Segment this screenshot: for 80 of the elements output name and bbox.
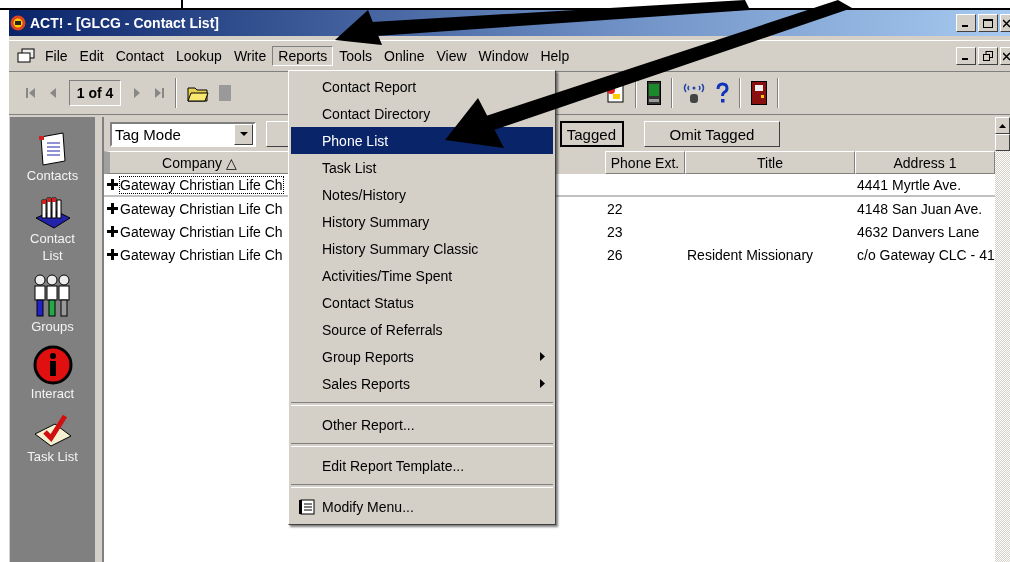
menu-item[interactable]: Help <box>534 46 576 66</box>
menu-item[interactable]: Window <box>472 46 535 66</box>
menu-item[interactable]: Group Reports <box>291 343 553 370</box>
close-button[interactable] <box>1000 14 1010 32</box>
expand-plus-icon[interactable] <box>107 179 118 190</box>
column-header[interactable]: Address 1 <box>855 151 995 174</box>
submenu-arrow-icon <box>540 379 545 388</box>
table-cell: Gateway Christian Life Ch <box>120 176 283 193</box>
folder-icon[interactable] <box>187 84 209 102</box>
table-cell: 4148 San Juan Ave. <box>857 200 983 217</box>
scrollbar[interactable] <box>995 117 1010 562</box>
tag-button[interactable]: Tagged <box>560 121 624 147</box>
menu-item[interactable]: Source of Referrals <box>291 316 553 343</box>
antenna-icon[interactable] <box>683 82 705 104</box>
handheld-device-icon[interactable] <box>647 81 661 105</box>
expand-plus-icon[interactable] <box>107 226 118 237</box>
sidebar-label[interactable]: Contacts <box>26 167 79 184</box>
maximize-icon <box>983 18 993 28</box>
menu-item[interactable]: Sales Reports <box>291 370 553 397</box>
cards-icon <box>17 48 35 64</box>
menu-item[interactable]: Lookup <box>169 46 228 66</box>
table-cell: 23 <box>607 223 623 240</box>
address-book-icon[interactable] <box>36 131 69 167</box>
document-list-icon <box>298 498 316 515</box>
menu-item[interactable]: Contact Directory <box>291 100 553 127</box>
menu-item[interactable]: View <box>430 46 473 66</box>
menu-item[interactable]: Online <box>378 46 431 66</box>
menu-item[interactable]: Reports <box>272 46 334 66</box>
sidebar-label[interactable]: Groups <box>31 318 74 335</box>
minimize-button[interactable] <box>956 47 976 65</box>
menu-item[interactable]: History Summary <box>291 208 553 235</box>
menu-item[interactable]: Edit Report Template... <box>291 452 553 479</box>
menu-item[interactable]: Notes/History <box>291 181 553 208</box>
menu-item[interactable]: Tools <box>333 46 378 66</box>
table-cell: 22 <box>607 200 623 217</box>
table-cell: c/o Gateway CLC - 41 <box>857 246 995 263</box>
minimize-button[interactable] <box>956 14 976 32</box>
menu-item[interactable]: Modify Menu... <box>291 493 553 520</box>
menu-item[interactable]: Other Report... <box>291 411 553 438</box>
table-cell: 4632 Danvers Lane <box>857 223 980 240</box>
info-icon[interactable] <box>32 345 73 385</box>
table-cell: Gateway Christian Life Ch <box>120 200 283 217</box>
tag-button[interactable]: Omit Tagged <box>644 121 780 147</box>
column-header[interactable]: Title <box>685 151 855 174</box>
clipboard-check-icon[interactable] <box>32 412 73 448</box>
close-button[interactable] <box>1000 47 1010 65</box>
card-file-icon[interactable] <box>33 194 72 230</box>
help-icon[interactable] <box>715 82 729 104</box>
table-cell: Gateway Christian Life Ch <box>120 223 283 240</box>
menu-item[interactable]: Contact Report <box>291 73 553 100</box>
sidebar-label[interactable]: Contact List <box>22 230 83 264</box>
column-header[interactable]: Phone Ext. <box>605 151 685 174</box>
menu-item[interactable]: Task List <box>291 154 553 181</box>
menu-item[interactable]: Contact <box>109 46 170 66</box>
expand-plus-icon[interactable] <box>107 249 118 260</box>
sidebar-label[interactable]: Interact <box>30 385 75 402</box>
scroll-up-icon[interactable] <box>999 123 1006 128</box>
menu-item[interactable]: History Summary Classic <box>291 235 553 262</box>
table-cell: Gateway Christian Life Ch <box>120 246 283 263</box>
expand-plus-icon[interactable] <box>107 203 118 214</box>
sidebar-label[interactable]: Task List <box>27 448 78 465</box>
table-cell: 26 <box>607 246 623 263</box>
dropdown-arrow-icon <box>239 132 248 136</box>
submenu-arrow-icon <box>540 352 545 361</box>
table-cell: 4441 Myrtle Ave. <box>857 176 962 193</box>
maximize-button[interactable] <box>978 14 998 32</box>
menu-item[interactable]: Edit <box>73 46 110 66</box>
app-logo-icon <box>10 15 26 31</box>
tag-mode-select[interactable]: Tag Mode <box>110 121 256 147</box>
menu-item[interactable]: File <box>39 46 74 66</box>
table-cell: Resident Missionary <box>687 246 814 263</box>
menu-item[interactable]: Activities/Time Spent <box>291 262 553 289</box>
door-icon[interactable] <box>751 81 767 105</box>
restore-button[interactable] <box>978 47 998 65</box>
restore-icon <box>983 51 993 61</box>
scroll-thumb[interactable] <box>995 134 1010 151</box>
record-counter: 1 of 4 <box>69 80 121 106</box>
window-title: ACT! - [GLCG - Contact List] <box>30 15 219 31</box>
menu-item[interactable]: Contact Status <box>291 289 553 316</box>
menu-item[interactable]: Write <box>227 46 273 66</box>
